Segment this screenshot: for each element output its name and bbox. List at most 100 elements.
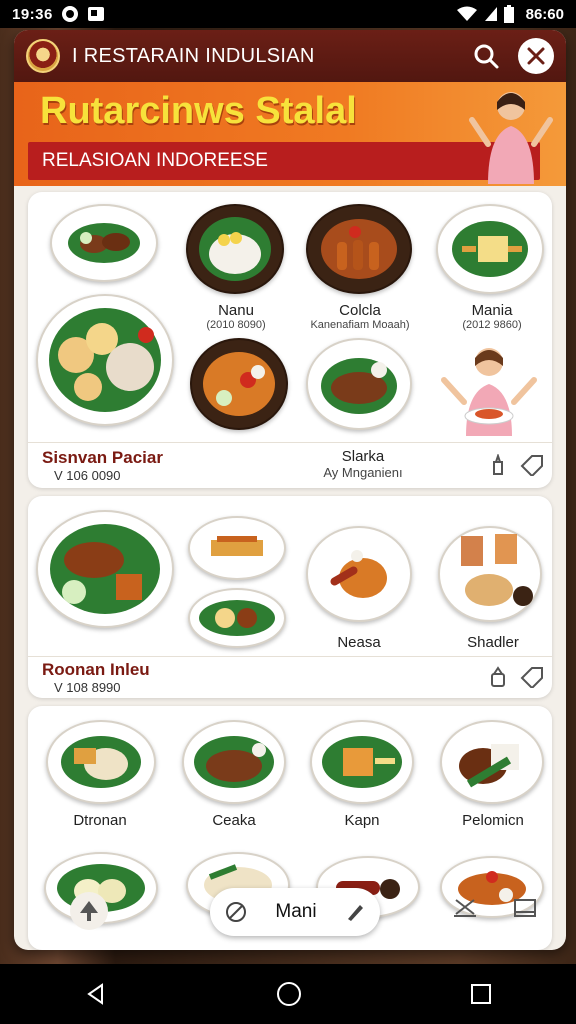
dish-name: Pelomicn [462, 812, 524, 829]
food-image [199, 600, 275, 636]
dish-label-slarka: Slarka Ay Mnganienı [304, 448, 422, 480]
status-bar: 19:36 86:60 [0, 0, 576, 28]
dish-mixed-plate[interactable] [188, 588, 286, 648]
food-image [461, 534, 533, 606]
dish-platter[interactable] [36, 294, 174, 426]
pen-icon [348, 905, 363, 921]
app-title: I RESTARAIN INDULSIAN [72, 44, 315, 67]
category-price: V 108 8990 [54, 680, 121, 695]
dish-price: (2012 9860) [462, 319, 522, 331]
dish-label-shadler: Shadler [448, 634, 538, 651]
close-button[interactable] [518, 38, 554, 74]
notification-icon [61, 6, 78, 22]
food-image [330, 550, 387, 598]
box-icon[interactable] [512, 896, 538, 920]
dish-ceaka[interactable] [182, 720, 286, 804]
dish-price: (2010 8090) [206, 319, 266, 331]
dish-name: Slarka [341, 448, 385, 465]
section2-actions [488, 666, 544, 688]
dish-name: Dtronan [73, 812, 127, 829]
dish-name: Shadler [467, 634, 519, 651]
dish-name: Mania [471, 302, 513, 319]
food-image [68, 223, 140, 263]
no-entry-icon [226, 902, 246, 922]
search-icon[interactable] [472, 42, 500, 70]
dish-nanu[interactable] [186, 204, 284, 294]
recents-icon[interactable] [470, 983, 492, 1005]
wifi-icon [456, 6, 477, 21]
dish-nasi-goreng[interactable] [190, 338, 288, 430]
category-price: V 106 0090 [54, 468, 121, 483]
food-image [49, 308, 161, 412]
banner-title: Rutarcinws Stalal [40, 90, 357, 132]
status-clock: 86:60 [525, 5, 564, 23]
tag-icon[interactable] [520, 666, 544, 688]
section1-actions [488, 454, 544, 476]
back-icon[interactable] [84, 982, 108, 1006]
app-window: I RESTARAIN INDULSIAN Rutarcinws Stalal … [14, 30, 566, 950]
category-name: Sisnvan Paciar [42, 448, 163, 467]
photo-icon [87, 7, 104, 21]
dish-label-ceaka: Ceaka [194, 812, 274, 829]
navigation-bar [0, 964, 576, 1024]
dish-mania[interactable] [436, 204, 544, 294]
food-image [194, 736, 274, 788]
category-name: Roonan Inleu [42, 660, 150, 679]
dish-neasa[interactable] [306, 526, 412, 622]
menu-section-2: Neasa Shadler Roonan Inleu V 108 8990 [28, 496, 552, 698]
dish-name: Ceaka [212, 812, 256, 829]
food-image [452, 221, 528, 277]
food-image [321, 358, 397, 414]
dish-name: Kapn [344, 812, 380, 829]
dish-name: Neasa [337, 634, 381, 651]
dish-name: Colcla [339, 302, 381, 319]
dish-fries[interactable] [188, 516, 286, 580]
dish-pelomicn[interactable] [440, 720, 544, 804]
dish-roast-plate[interactable] [36, 510, 174, 628]
divider [28, 442, 552, 443]
food-image [211, 536, 263, 556]
dish-price: Ay Mnganienı [323, 465, 403, 480]
food-image [322, 736, 402, 788]
battery-icon [503, 5, 514, 23]
shaker-icon[interactable] [488, 666, 508, 688]
waiter-with-plate-illustration [441, 348, 537, 436]
divider [28, 656, 552, 657]
dish-grilled-chicken[interactable] [50, 204, 158, 282]
waiter-illustration [469, 92, 553, 184]
menu-button[interactable]: Mani [210, 888, 380, 936]
food-image [459, 744, 519, 788]
food-image [321, 219, 397, 279]
pepper-icon[interactable] [488, 454, 508, 476]
dish-label-dtronan: Dtronan [54, 812, 146, 829]
dish-kapn[interactable] [310, 720, 414, 804]
dish-label-colcla: Colcla Kanenafiam Moaah) [294, 302, 426, 331]
crossed-tray-icon[interactable] [452, 896, 478, 920]
dish-shadler[interactable] [438, 526, 542, 622]
dish-colcla[interactable] [306, 204, 412, 294]
tag-icon[interactable] [520, 454, 544, 476]
signal-icon [484, 7, 497, 21]
tree-button[interactable] [70, 892, 108, 930]
dish-name: Nanu [218, 302, 254, 319]
banner-subtitle: RELASIOAN INDOREESE [28, 142, 540, 180]
dish-label-kapn: Kapn [322, 812, 402, 829]
menu-label: Mani [275, 901, 317, 922]
status-time: 19:36 [12, 5, 53, 23]
dish-label-nanu: Nanu (2010 8090) [198, 302, 274, 331]
home-icon[interactable] [276, 981, 302, 1007]
close-icon [527, 47, 545, 65]
restaurant-logo [26, 39, 60, 73]
dish-label-mania: Mania (2012 9860) [446, 302, 538, 331]
food-image [61, 736, 141, 788]
tree-icon [80, 901, 98, 921]
food-image [203, 352, 275, 416]
dish-slarka[interactable] [306, 338, 412, 430]
dish-price: Kanenafiam Moaah) [310, 319, 410, 331]
menu-section-1: Nanu (2010 8090) Colcla Kanenafiam Moaah… [28, 192, 552, 488]
title-bar: I RESTARAIN INDULSIAN [14, 30, 566, 82]
dish-dtronan[interactable] [46, 720, 156, 804]
menu-content: Nanu (2010 8090) Colcla Kanenafiam Moaah… [14, 186, 566, 950]
food-image [50, 524, 160, 614]
dish-label-neasa: Neasa [318, 634, 400, 651]
